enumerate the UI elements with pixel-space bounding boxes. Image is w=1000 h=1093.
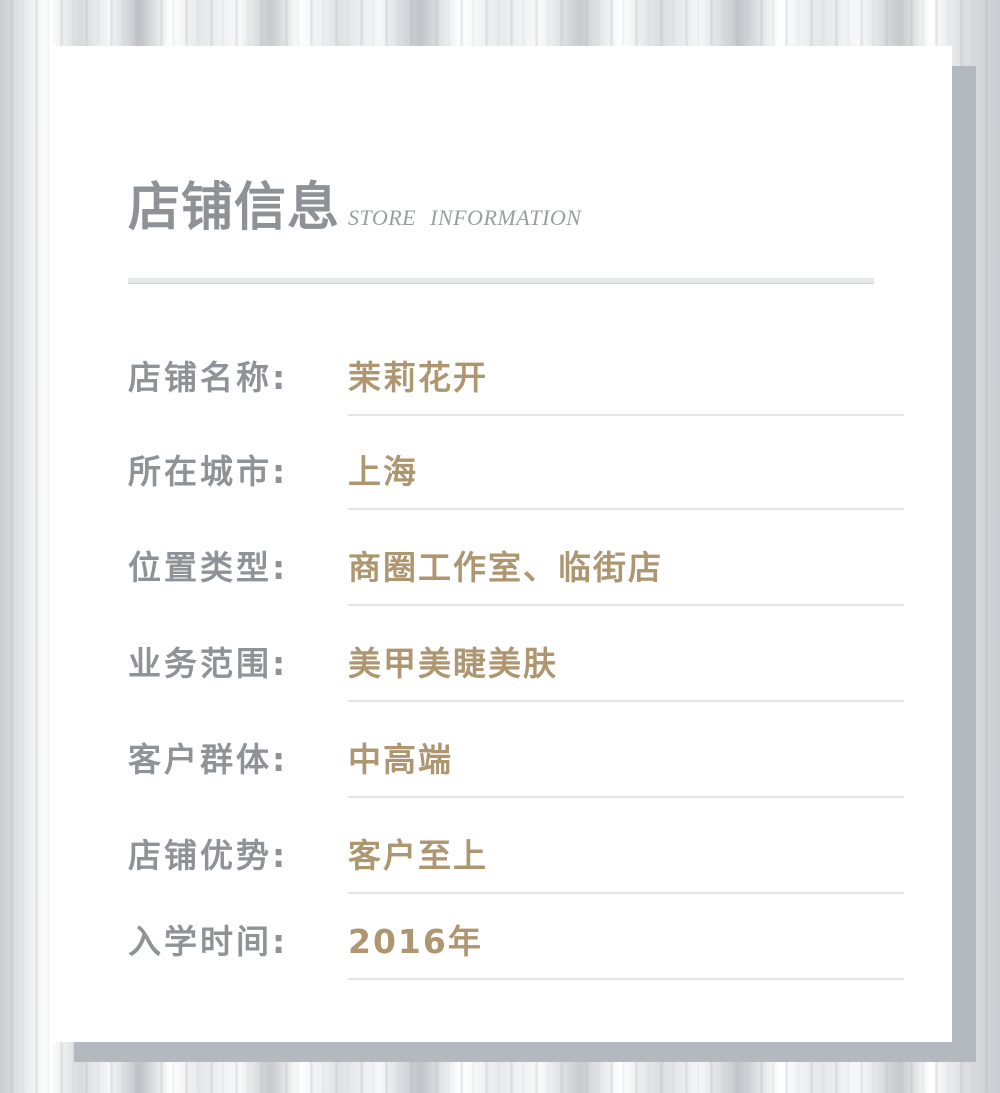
info-row-store-name: 店铺名称: 茉莉花开 bbox=[52, 356, 952, 416]
info-row-store-advantage: 店铺优势: 客户至上 bbox=[52, 834, 952, 894]
row-value: 商圈工作室、临街店 bbox=[348, 548, 663, 587]
info-row-business-scope: 业务范围: 美甲美睫美肤 bbox=[52, 642, 952, 702]
row-label: 入学时间: bbox=[128, 922, 289, 961]
row-label: 客户群体: bbox=[128, 740, 289, 779]
row-value: 美甲美睫美肤 bbox=[348, 644, 558, 683]
row-value: 中高端 bbox=[348, 740, 453, 779]
row-underline bbox=[348, 892, 904, 894]
row-value: 上海 bbox=[348, 452, 418, 491]
row-underline bbox=[348, 700, 904, 702]
row-underline bbox=[348, 978, 904, 980]
info-row-enrollment-time: 入学时间: 2016年 bbox=[52, 920, 952, 980]
row-underline bbox=[348, 604, 904, 606]
info-row-city: 所在城市: 上海 bbox=[52, 450, 952, 510]
row-value: 客户至上 bbox=[348, 836, 488, 875]
row-underline bbox=[348, 508, 904, 510]
row-value: 茉莉花开 bbox=[348, 358, 488, 397]
info-list: 店铺名称: 茉莉花开 所在城市: 上海 位置类型: 商圈工作室、临街店 业务范围… bbox=[52, 46, 952, 1042]
row-label: 店铺名称: bbox=[128, 358, 289, 397]
row-underline bbox=[348, 414, 904, 416]
row-underline bbox=[348, 796, 904, 798]
info-row-location-type: 位置类型: 商圈工作室、临街店 bbox=[52, 546, 952, 606]
store-info-card: 店铺信息 STORE INFORMATION 店铺名称: 茉莉花开 所在城市: … bbox=[52, 46, 952, 1042]
row-label: 店铺优势: bbox=[128, 836, 289, 875]
row-label: 所在城市: bbox=[128, 452, 289, 491]
row-label: 位置类型: bbox=[128, 548, 289, 587]
info-row-customer-group: 客户群体: 中高端 bbox=[52, 738, 952, 798]
row-label: 业务范围: bbox=[128, 644, 289, 683]
row-value: 2016年 bbox=[348, 922, 483, 961]
